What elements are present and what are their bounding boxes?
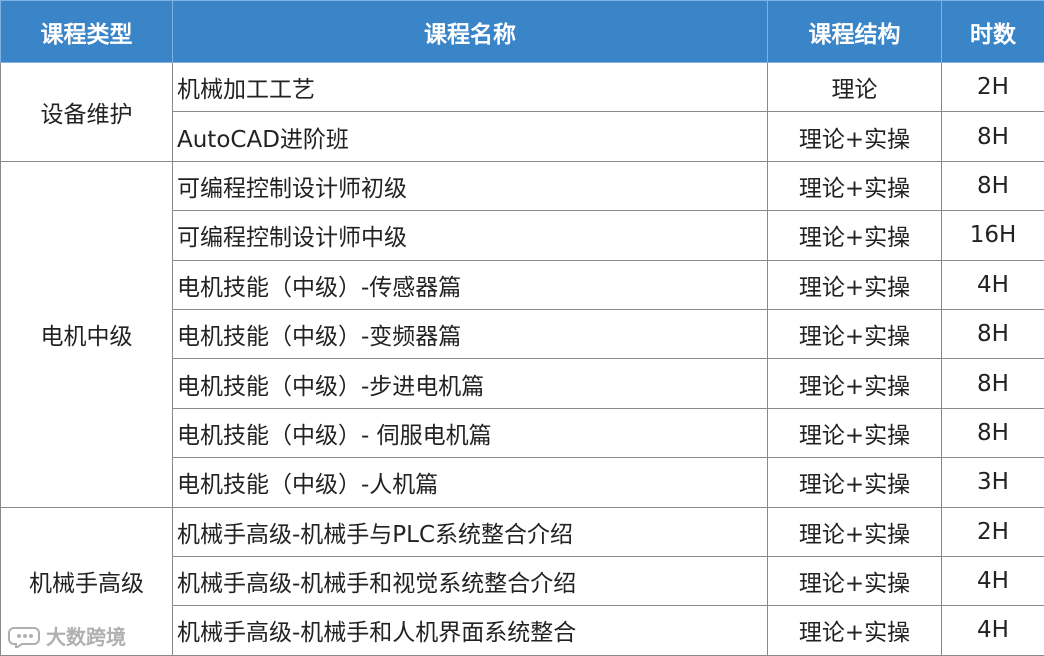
course-structure-cell: 理论+实操 (768, 458, 942, 507)
course-hours-cell: 8H (942, 161, 1044, 210)
course-name-cell: 电机技能（中级）- 伺服电机篇 (173, 408, 768, 457)
course-hours-cell: 2H (942, 507, 1044, 556)
course-hours-cell: 8H (942, 359, 1044, 408)
course-structure-cell: 理论+实操 (768, 211, 942, 260)
course-name-cell: 可编程控制设计师初级 (173, 161, 768, 210)
header-hours: 时数 (942, 1, 1044, 63)
course-name-cell: 电机技能（中级）-变频器篇 (173, 309, 768, 358)
course-hours-cell: 2H (942, 63, 1044, 112)
table-row: 机械手高级 机械手高级-机械手与PLC系统整合介绍 理论+实操 2H (1, 507, 1044, 556)
course-name-cell: 机械加工工艺 (173, 63, 768, 112)
table-row: 设备维护 机械加工工艺 理论 2H (1, 63, 1044, 112)
header-course-name: 课程名称 (173, 1, 768, 63)
course-structure-cell: 理论+实操 (768, 112, 942, 161)
course-name-cell: 机械手高级-机械手与PLC系统整合介绍 (173, 507, 768, 556)
course-hours-cell: 4H (942, 606, 1044, 655)
course-structure-cell: 理论+实操 (768, 606, 942, 655)
course-name-cell: 可编程控制设计师中级 (173, 211, 768, 260)
course-type-cell: 电机中级 (1, 161, 173, 507)
course-structure-cell: 理论+实操 (768, 359, 942, 408)
course-structure-cell: 理论+实操 (768, 161, 942, 210)
course-type-cell: 设备维护 (1, 63, 173, 162)
course-hours-cell: 3H (942, 458, 1044, 507)
header-course-type: 课程类型 (1, 1, 173, 63)
course-hours-cell: 4H (942, 260, 1044, 309)
course-hours-cell: 8H (942, 408, 1044, 457)
course-name-cell: 电机技能（中级）-步进电机篇 (173, 359, 768, 408)
table-row: 电机中级 可编程控制设计师初级 理论+实操 8H (1, 161, 1044, 210)
course-structure-cell: 理论+实操 (768, 408, 942, 457)
course-name-cell: AutoCAD进阶班 (173, 112, 768, 161)
course-table: 课程类型 课程名称 课程结构 时数 设备维护 机械加工工艺 理论 2H Auto… (0, 0, 1044, 656)
course-structure-cell: 理论+实操 (768, 507, 942, 556)
course-name-cell: 机械手高级-机械手和人机界面系统整合 (173, 606, 768, 655)
course-hours-cell: 4H (942, 556, 1044, 605)
course-name-cell: 电机技能（中级）-人机篇 (173, 458, 768, 507)
course-hours-cell: 16H (942, 211, 1044, 260)
course-type-cell: 机械手高级 (1, 507, 173, 655)
course-structure-cell: 理论+实操 (768, 556, 942, 605)
course-structure-cell: 理论+实操 (768, 309, 942, 358)
course-structure-cell: 理论 (768, 63, 942, 112)
course-hours-cell: 8H (942, 309, 1044, 358)
header-row: 课程类型 课程名称 课程结构 时数 (1, 1, 1044, 63)
course-name-cell: 电机技能（中级）-传感器篇 (173, 260, 768, 309)
course-structure-cell: 理论+实操 (768, 260, 942, 309)
course-name-cell: 机械手高级-机械手和视觉系统整合介绍 (173, 556, 768, 605)
header-course-structure: 课程结构 (768, 1, 942, 63)
course-hours-cell: 8H (942, 112, 1044, 161)
